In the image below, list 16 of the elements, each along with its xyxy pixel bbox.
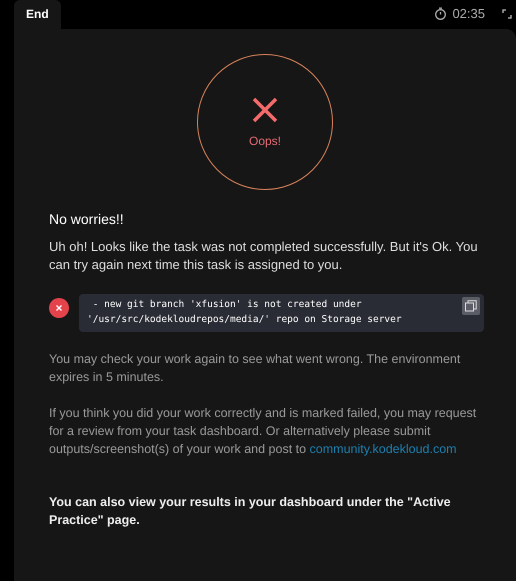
result-label: Oops! bbox=[248, 134, 281, 148]
check-note: You may check your work again to see what went wrong. The environment expires in 5 minutes. bbox=[49, 351, 462, 386]
community-link[interactable]: community.kodekloud.com bbox=[310, 442, 457, 456]
error-icon bbox=[49, 298, 69, 318]
end-tab[interactable]: End bbox=[14, 0, 61, 29]
intro-text: Uh oh! Looks like the task was not completed successfully. But it's Ok. You can try again next time this task is assigned to you. bbox=[49, 238, 479, 274]
fullscreen-icon[interactable] bbox=[502, 8, 512, 18]
heading: No worries!! bbox=[49, 211, 125, 227]
review-note: If you think you did your work correctly and is marked failed, you may request for a review from your task dashboard. Or alternatively please submit outputs/screenshot(s) of your work and post to community.kodekloud.com bbox=[49, 405, 478, 458]
stopwatch-icon bbox=[434, 7, 448, 20]
code-line: - new git branch 'xfusion' is not created under bbox=[92, 298, 363, 312]
code-line: '/usr/src/kodekloudrepos/media/' repo on Storage server bbox=[87, 313, 403, 327]
footer-note: You can also view your results in your dashboard under the "Active Practice" page. bbox=[49, 494, 452, 529]
copy-icon[interactable] bbox=[462, 297, 480, 315]
timer-text: 02:35 bbox=[452, 6, 485, 21]
close-icon bbox=[251, 96, 279, 124]
